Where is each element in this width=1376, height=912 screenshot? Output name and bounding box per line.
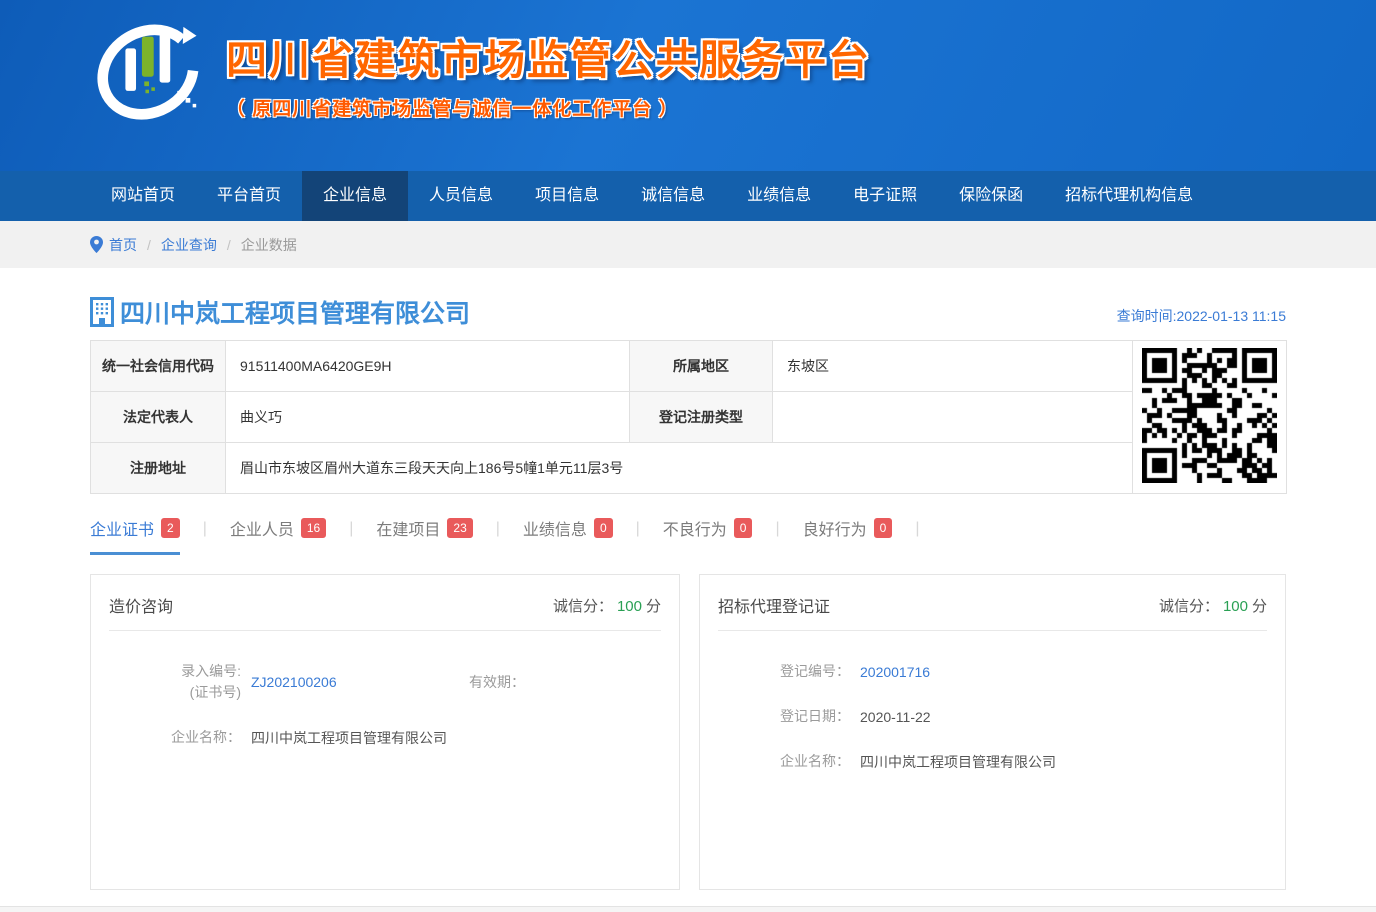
nav-item-performance-info[interactable]: 业绩信息 (726, 171, 832, 221)
breadcrumb-home-link[interactable]: 首页 (109, 235, 137, 255)
score-unit: 分 (1252, 598, 1267, 615)
page-title: 四川中岚工程项目管理有限公司 (120, 294, 470, 330)
legal-representative-label: 法定代表人 (91, 392, 226, 443)
breadcrumb-enterprise-search-link[interactable]: 企业查询 (161, 235, 217, 255)
count-badge: 2 (161, 518, 180, 538)
table-row: 注册地址 眉山市东坡区眉州大道东三段天天向上186号5幢1单元11层3号 (91, 443, 1287, 494)
card-title: 造价咨询 (109, 593, 173, 617)
count-badge: 0 (874, 518, 893, 538)
breadcrumb-bar: 首页 / 企业查询 / 企业数据 (0, 221, 1376, 268)
nav-item-credit-info[interactable]: 诚信信息 (620, 171, 726, 221)
score-value: 100 (617, 598, 642, 615)
site-subtitle: （ 原四川省建筑市场监管与诚信一体化工作平台 ） (226, 94, 871, 121)
main-nav: 网站首页 平台首页 企业信息 人员信息 项目信息 诚信信息 业绩信息 电子证照 … (0, 171, 1376, 221)
site-header: 四川省建筑市场监管公共服务平台 （ 原四川省建筑市场监管与诚信一体化工作平台 ） (0, 0, 1376, 171)
main-content: 四川中岚工程项目管理有限公司 查询时间:2022-01-13 11:15 统一社… (90, 294, 1286, 890)
query-time: 查询时间:2022-01-13 11:15 (1117, 306, 1286, 330)
tab-label: 企业人员 (230, 516, 294, 540)
nav-item-website-home[interactable]: 网站首页 (90, 171, 196, 221)
entry-number-label: 录入编号: (证书号) (91, 661, 241, 703)
tab-separator: | (496, 520, 500, 550)
tab-separator: | (915, 520, 919, 550)
score-label: 诚信分： (553, 598, 613, 615)
registration-number-label: 登记编号： (700, 661, 850, 682)
qr-code (1142, 348, 1277, 483)
building-icon (90, 297, 114, 327)
site-logo-icon (90, 12, 208, 132)
breadcrumb: 首页 / 企业查询 / 企业数据 (90, 221, 1286, 268)
count-badge: 16 (301, 518, 326, 538)
tab-bar: 企业证书 2 | 企业人员 16 | 在建项目 23 | 业绩信息 0 | 不良… (90, 516, 1286, 554)
table-row: 统一社会信用代码 91511400MA6420GE9H 所属地区 东坡区 (91, 341, 1287, 392)
credit-score: 诚信分：100分 (1159, 595, 1267, 616)
nav-item-personnel-info[interactable]: 人员信息 (408, 171, 514, 221)
region-label: 所属地区 (630, 341, 773, 392)
count-badge: 23 (447, 518, 472, 538)
legal-representative-value: 曲义巧 (226, 392, 630, 443)
nav-item-platform-home[interactable]: 平台首页 (196, 171, 302, 221)
qr-cell (1133, 341, 1287, 494)
registration-number-link[interactable]: 202001716 (860, 664, 930, 680)
registered-address-value: 眉山市东坡区眉州大道东三段天天向上186号5幢1单元11层3号 (226, 443, 1133, 494)
tab-separator: | (636, 520, 640, 550)
registered-address-label: 注册地址 (91, 443, 226, 494)
tab-label: 业绩信息 (523, 516, 587, 540)
tab-label: 企业证书 (90, 516, 154, 540)
footer-strip (0, 907, 1376, 912)
registration-type-value (773, 392, 1133, 443)
company-name-value: 四川中岚工程项目管理有限公司 (251, 728, 447, 748)
credit-code-label: 统一社会信用代码 (91, 341, 226, 392)
company-name-label: 企业名称： (91, 727, 241, 748)
card-title: 招标代理登记证 (718, 593, 830, 617)
location-pin-icon (90, 236, 103, 253)
company-name-label: 企业名称： (700, 751, 850, 772)
validity-label: 有效期： (469, 672, 525, 692)
tab-separator: | (203, 520, 207, 550)
nav-item-bidding-agency-info[interactable]: 招标代理机构信息 (1044, 171, 1214, 221)
credit-code-value: 91511400MA6420GE9H (226, 341, 630, 392)
company-info-table: 统一社会信用代码 91511400MA6420GE9H 所属地区 东坡区 法定代… (90, 340, 1287, 494)
tab-separator: | (775, 520, 779, 550)
table-row: 法定代表人 曲义巧 登记注册类型 (91, 392, 1287, 443)
score-label: 诚信分： (1159, 598, 1219, 615)
company-title-row: 四川中岚工程项目管理有限公司 (90, 294, 470, 330)
tab-projects-in-progress[interactable]: 在建项目 23 (376, 516, 472, 555)
score-unit: 分 (646, 598, 661, 615)
count-badge: 0 (734, 518, 753, 538)
count-badge: 0 (594, 518, 613, 538)
tab-performance-info[interactable]: 业绩信息 0 (523, 516, 613, 555)
certificate-card-bidding-agency: 招标代理登记证 诚信分：100分 登记编号： 202001716 登记日期： 2… (699, 574, 1286, 890)
breadcrumb-current: 企业数据 (241, 235, 297, 255)
nav-item-e-certificate[interactable]: 电子证照 (832, 171, 938, 221)
tab-enterprise-personnel[interactable]: 企业人员 16 (230, 516, 326, 555)
tab-separator: | (349, 520, 353, 550)
tab-label: 不良行为 (663, 516, 727, 540)
registration-type-label: 登记注册类型 (630, 392, 773, 443)
company-name-value: 四川中岚工程项目管理有限公司 (860, 752, 1056, 772)
site-title: 四川省建筑市场监管公共服务平台 (226, 26, 871, 86)
tab-bad-behavior[interactable]: 不良行为 0 (663, 516, 753, 555)
score-value: 100 (1223, 598, 1248, 615)
registration-date-value: 2020-11-22 (860, 709, 931, 725)
tab-label: 在建项目 (376, 516, 440, 540)
tab-good-behavior[interactable]: 良好行为 0 (803, 516, 893, 555)
nav-item-project-info[interactable]: 项目信息 (514, 171, 620, 221)
credit-score: 诚信分：100分 (553, 595, 661, 616)
breadcrumb-separator: / (147, 237, 151, 253)
region-value: 东坡区 (773, 341, 1133, 392)
certificate-number-link[interactable]: ZJ202100206 (251, 674, 411, 690)
nav-item-enterprise-info[interactable]: 企业信息 (302, 171, 408, 221)
breadcrumb-separator: / (227, 237, 231, 253)
tab-enterprise-certificates[interactable]: 企业证书 2 (90, 516, 180, 555)
certificate-card-cost-consulting: 造价咨询 诚信分：100分 录入编号: (证书号) ZJ202100206 有效… (90, 574, 680, 890)
nav-item-insurance-guarantee[interactable]: 保险保函 (938, 171, 1044, 221)
registration-date-label: 登记日期： (700, 706, 850, 727)
tab-label: 良好行为 (803, 516, 867, 540)
